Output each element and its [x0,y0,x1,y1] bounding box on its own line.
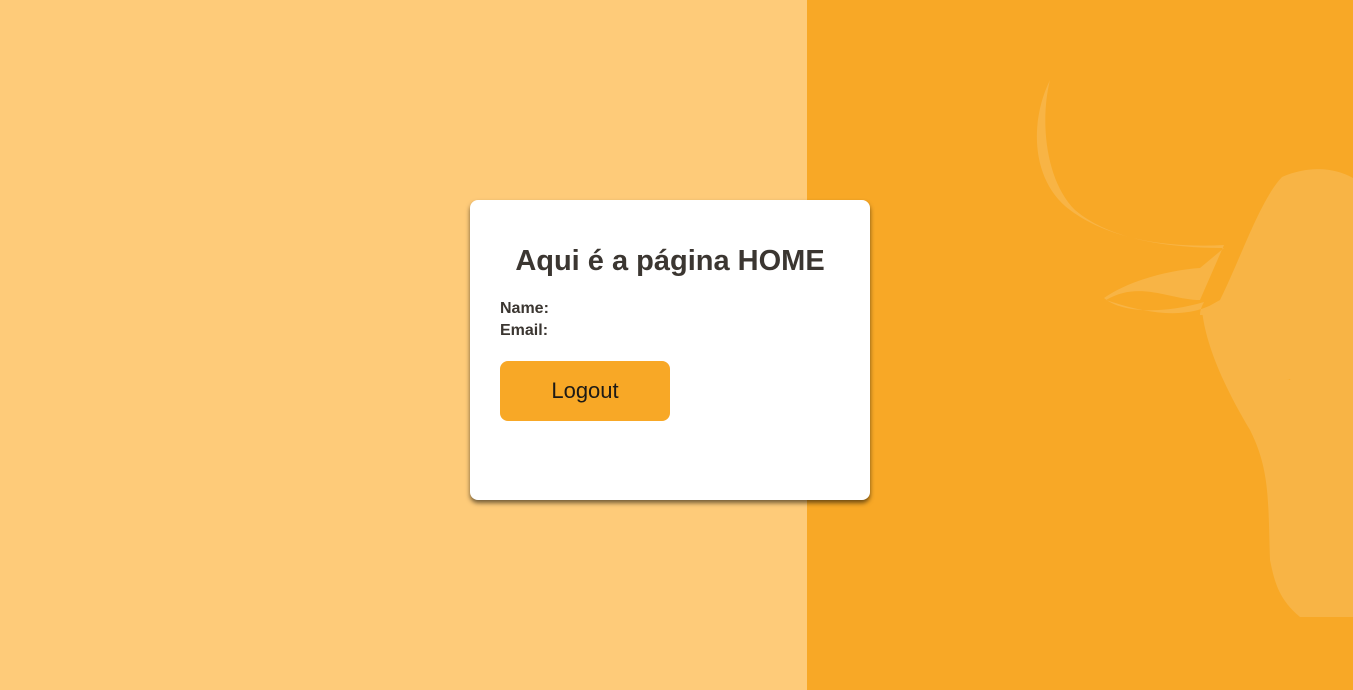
name-row: Name: [500,298,549,320]
email-row: Email: [500,320,549,342]
home-card: Aqui é a página HOME Name: Email: Logout [470,200,870,500]
page-title: Aqui é a página HOME [515,245,825,277]
bull-icon [1036,80,1353,617]
bull-horn-shape [1036,80,1353,617]
home-page: Aqui é a página HOME Name: Email: Logout [0,0,1353,690]
name-label: Name: [500,300,549,317]
logout-button[interactable]: Logout [500,361,670,421]
user-info: Name: Email: [500,298,549,342]
email-label: Email: [500,322,549,339]
